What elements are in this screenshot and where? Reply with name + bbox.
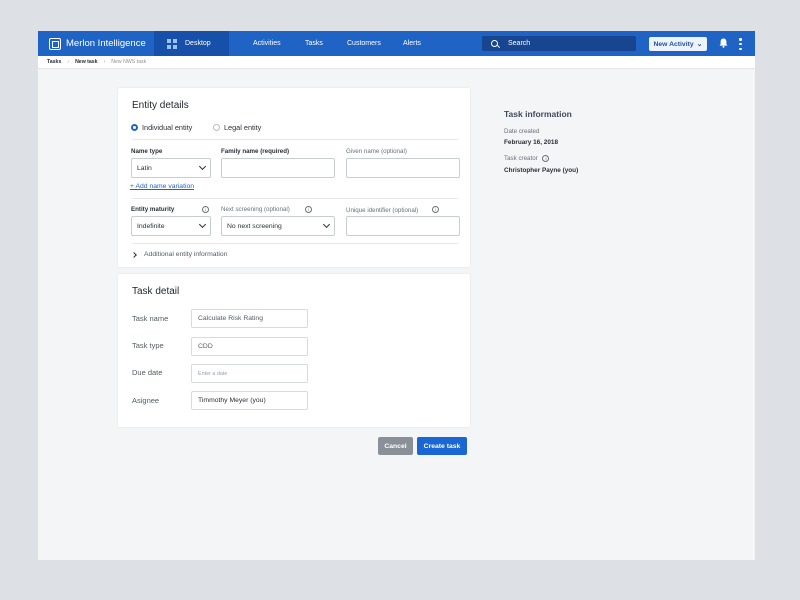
additional-info-label: Additional entity information xyxy=(144,251,228,258)
breadcrumb-tasks[interactable]: Tasks xyxy=(47,59,61,65)
task-type-label: Task type xyxy=(132,341,164,350)
radio-selected-icon xyxy=(131,124,138,131)
chevron-down-icon xyxy=(198,220,207,229)
given-name-label: Given name (optional) xyxy=(346,148,407,155)
info-icon[interactable]: i xyxy=(202,206,209,213)
add-name-variation-link[interactable]: + Add name variation xyxy=(130,183,194,190)
info-icon[interactable]: i xyxy=(542,155,550,162)
chevron-down-icon: ⌄ xyxy=(696,41,703,48)
info-icon[interactable]: i xyxy=(432,206,439,213)
additional-info-toggle[interactable]: Additional entity information xyxy=(131,251,228,258)
task-type-field[interactable]: CDD xyxy=(191,337,308,356)
name-type-label: Name type xyxy=(131,148,163,155)
entity-maturity-label: Entity maturity xyxy=(131,206,174,213)
breadcrumb-separator: › xyxy=(67,59,70,65)
logo-icon xyxy=(49,37,61,50)
next-screening-select[interactable]: No next screening xyxy=(221,216,335,236)
due-date-label: Due date xyxy=(132,368,163,377)
new-activity-button[interactable]: New Activity ⌄ xyxy=(649,37,707,51)
task-detail-title: Task detail xyxy=(132,286,180,297)
family-name-label: Family name (required) xyxy=(221,148,290,155)
create-task-button[interactable]: Create task xyxy=(417,437,467,455)
date-created-label: Date created xyxy=(504,128,540,135)
nav-alerts[interactable]: Alerts xyxy=(403,40,421,47)
radio-legal-label: Legal entity xyxy=(224,123,262,132)
task-name-field[interactable]: Calculate Risk Rating xyxy=(191,309,308,328)
app-window: Merlon Intelligence Desktop Activities T… xyxy=(38,31,755,560)
chevron-down-icon xyxy=(198,162,207,171)
family-name-field[interactable] xyxy=(221,158,335,178)
search-placeholder: Search xyxy=(508,40,531,47)
top-nav: Merlon Intelligence Desktop Activities T… xyxy=(38,31,755,56)
task-name-label: Task name xyxy=(132,314,169,323)
search-icon xyxy=(491,40,498,47)
radio-empty-icon xyxy=(213,124,220,131)
unique-identifier-field[interactable] xyxy=(346,216,460,236)
due-date-field[interactable]: Enter a date xyxy=(191,364,308,383)
breadcrumb-separator: › xyxy=(103,59,106,65)
entity-details-title: Entity details xyxy=(132,100,189,111)
task-information-title: Task information xyxy=(504,109,572,119)
brand[interactable]: Merlon Intelligence xyxy=(38,31,154,56)
assignee-label: Asignee xyxy=(132,396,160,405)
name-type-value: Latin xyxy=(137,164,152,172)
given-name-field[interactable] xyxy=(346,158,460,178)
name-type-select[interactable]: Latin xyxy=(131,158,211,178)
radio-individual[interactable]: Individual entity xyxy=(131,123,192,132)
unique-identifier-label: Unique identifier (optional) xyxy=(346,207,419,214)
nav-desktop-label: Desktop xyxy=(185,40,211,47)
chevron-right-icon xyxy=(131,251,137,258)
entity-maturity-value: Indefinite xyxy=(137,222,165,230)
app-name: Merlon Intelligence xyxy=(66,38,146,49)
info-icon[interactable]: i xyxy=(305,206,312,213)
bell-icon[interactable] xyxy=(719,38,728,48)
nav-tasks[interactable]: Tasks xyxy=(305,40,323,47)
divider xyxy=(132,139,458,140)
chevron-down-icon xyxy=(322,220,331,229)
radio-legal[interactable]: Legal entity xyxy=(213,123,261,132)
breadcrumb: Tasks › New task › New NWS task xyxy=(38,56,755,69)
entity-details-card: Entity details Individual entity Legal e… xyxy=(118,88,470,267)
radio-individual-label: Individual entity xyxy=(142,123,193,132)
next-screening-value: No next screening xyxy=(227,222,282,230)
assignee-field[interactable]: Timmothy Meyer (you) xyxy=(191,391,308,410)
task-creator-value: Christopher Payne (you) xyxy=(504,167,579,174)
next-screening-label: Next screening (optional) xyxy=(221,206,290,213)
nav-activities[interactable]: Activities xyxy=(253,40,281,47)
new-activity-label: New Activity xyxy=(653,40,694,48)
grid-icon xyxy=(167,38,177,49)
nav-desktop[interactable]: Desktop xyxy=(154,31,229,56)
task-creator-label-text: Task creator xyxy=(504,155,538,163)
breadcrumb-new-task[interactable]: New task xyxy=(75,59,98,65)
cancel-button[interactable]: Cancel xyxy=(378,437,413,455)
kebab-icon[interactable] xyxy=(739,38,742,50)
breadcrumb-current: New NWS task xyxy=(111,59,147,65)
task-detail-card: Task detail Task name Calculate Risk Rat… xyxy=(118,274,470,427)
entity-maturity-label-text: Entity maturity xyxy=(131,206,175,213)
divider xyxy=(132,198,458,199)
nav-customers[interactable]: Customers xyxy=(347,40,381,47)
divider xyxy=(132,243,458,244)
search-input[interactable]: Search xyxy=(482,36,636,51)
entity-maturity-select[interactable]: Indefinite xyxy=(131,216,211,236)
task-creator-label: Task creator i xyxy=(504,155,550,163)
date-created-value: February 16, 2018 xyxy=(504,139,558,146)
